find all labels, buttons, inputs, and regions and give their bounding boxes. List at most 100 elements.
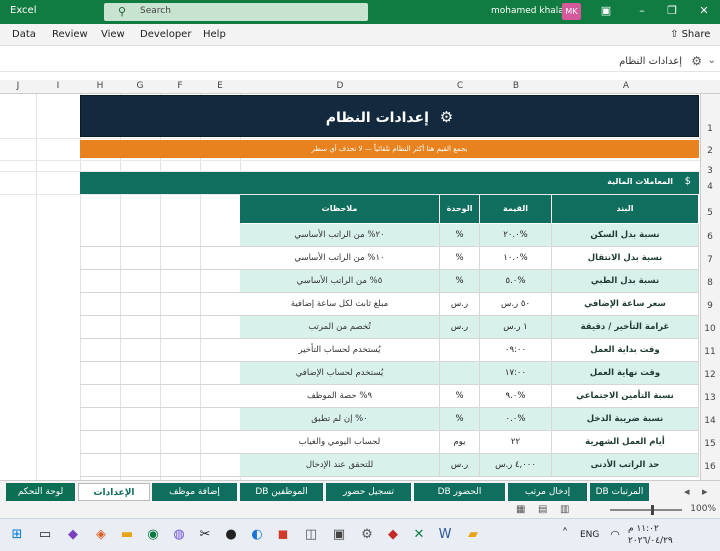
notes-icon[interactable]: ▰ [464, 526, 482, 544]
cell-notes[interactable]: ١٠% من الراتب الأساسي [240, 247, 440, 270]
cell-item[interactable]: أيام العمل الشهرية [552, 431, 699, 454]
col-c[interactable]: C [440, 81, 480, 91]
normal-view-icon[interactable]: ▦ [516, 504, 525, 515]
row-number[interactable]: 10 [700, 324, 720, 334]
row-number[interactable]: 4 [700, 182, 720, 192]
windows-start-icon[interactable]: ⊞ [8, 526, 26, 544]
cell-unit[interactable]: % [440, 408, 480, 431]
cell-unit[interactable]: ر.س [440, 293, 480, 316]
cell-unit[interactable] [440, 362, 480, 385]
col-f[interactable]: F [160, 81, 200, 91]
row-number[interactable]: 15 [700, 439, 720, 449]
terminal-icon[interactable]: ▣ [330, 526, 348, 544]
github-icon[interactable]: ● [222, 526, 240, 544]
cell-unit[interactable]: ر.س [440, 454, 480, 477]
cell-item[interactable]: نسبة بدل الطبي [552, 270, 699, 293]
tab-employees-db[interactable]: الموظفين DB [240, 483, 324, 501]
tab-payroll-db[interactable]: المرتبات DB [590, 483, 650, 501]
menu-item-view[interactable]: View [101, 29, 125, 40]
close-icon[interactable]: ✕ [696, 4, 712, 20]
cell-item[interactable]: غرامة التأخير / دقيقة [552, 316, 699, 339]
page-layout-icon[interactable]: ▤ [538, 504, 547, 515]
tab-salary-entry[interactable]: إدخال مرتب [508, 483, 588, 501]
zoom-slider[interactable] [610, 509, 682, 511]
cell-value[interactable]: %٢٠.٠ [480, 224, 552, 247]
cell-value[interactable]: ٢٢ [480, 431, 552, 454]
cell-value[interactable]: ٠٩:٠٠ [480, 339, 552, 362]
row-number[interactable]: 9 [700, 301, 720, 311]
row-number[interactable]: 12 [700, 370, 720, 380]
zoom-level[interactable]: 100% [690, 504, 716, 514]
scroll-tabs-right-icon[interactable]: ▸ [702, 485, 708, 498]
tab-record-attendance[interactable]: تسجيل حضور [326, 483, 412, 501]
cell-unit[interactable]: % [440, 385, 480, 408]
row-number[interactable]: 13 [700, 393, 720, 403]
cell-item[interactable]: نسبة التأمين الاجتماعي [552, 385, 699, 408]
cell-unit[interactable]: % [440, 270, 480, 293]
scroll-tabs-left-icon[interactable]: ◂ [684, 485, 690, 498]
row-number[interactable]: 6 [700, 232, 720, 242]
tab-attendance-db[interactable]: الحضور DB [414, 483, 506, 501]
folder-icon[interactable]: ▬ [118, 526, 136, 544]
excel-icon[interactable]: ✕ [410, 526, 428, 544]
office-icon[interactable]: ◼ [274, 526, 292, 544]
settings-app-icon[interactable]: ⚙ [358, 526, 376, 544]
worksheet-grid[interactable]: ⚙ إعدادات النظام يجمع القيم هنا أكثر الن… [0, 94, 720, 480]
cell-item[interactable]: وقت نهاية العمل [552, 362, 699, 385]
cell-notes[interactable]: ٠% إن لم تطبق [240, 408, 440, 431]
tab-dashboard[interactable]: لوحة التحكم [6, 483, 76, 501]
col-b[interactable]: B [480, 81, 552, 91]
cell-item[interactable]: نسبة بدل السكن [552, 224, 699, 247]
minimize-icon[interactable]: – [634, 4, 650, 20]
cell-notes[interactable]: للتحقق عند الإدخال [240, 454, 440, 477]
formula-value[interactable]: إعدادات النظام [619, 56, 682, 67]
cell-value[interactable]: ١٧:٠٠ [480, 362, 552, 385]
word-icon[interactable]: W [436, 526, 454, 544]
row-number[interactable]: 8 [700, 278, 720, 288]
cell-unit[interactable]: % [440, 247, 480, 270]
avatar[interactable]: MK [562, 3, 581, 20]
cell-notes[interactable]: ٥% من الراتب الأساسي [240, 270, 440, 293]
ribbon-display-icon[interactable]: ▣ [598, 4, 614, 20]
cell-value[interactable]: ١ ر.س [480, 316, 552, 339]
maximize-icon[interactable]: ❐ [664, 4, 680, 20]
tab-settings[interactable]: الإعدادات [78, 483, 150, 501]
cell-item[interactable]: وقت بداية العمل [552, 339, 699, 362]
cell-value[interactable]: %١٠.٠ [480, 247, 552, 270]
cell-unit[interactable]: يوم [440, 431, 480, 454]
col-g[interactable]: G [120, 81, 160, 91]
search-box[interactable]: ⚲ Search [104, 3, 368, 21]
row-number[interactable]: 2 [700, 146, 720, 156]
cell-notes[interactable]: ٢٠% من الراتب الأساسي [240, 224, 440, 247]
menu-item-review[interactable]: Review [52, 29, 88, 40]
row-number[interactable]: 7 [700, 255, 720, 265]
page-break-icon[interactable]: ▥ [560, 504, 569, 515]
col-e[interactable]: E [200, 81, 240, 91]
chrome-icon[interactable]: ◉ [144, 526, 162, 544]
cell-notes[interactable]: ٩% حصة الموظف [240, 385, 440, 408]
zoom-slider-knob[interactable] [651, 505, 654, 515]
menu-item-data[interactable]: Data [12, 29, 36, 40]
col-i[interactable]: I [36, 81, 80, 91]
cell-value[interactable]: ٤,٠٠٠ ر.س [480, 454, 552, 477]
col-h[interactable]: H [80, 81, 120, 91]
row-number[interactable]: 14 [700, 416, 720, 426]
row-number[interactable]: 11 [700, 347, 720, 357]
menu-item-help[interactable]: Help [203, 29, 226, 40]
share-button[interactable]: ⇧ Share [670, 29, 710, 40]
app-icon[interactable]: ◍ [170, 526, 188, 544]
col-d[interactable]: D [240, 81, 440, 91]
capcut-icon[interactable]: ✂ [196, 526, 214, 544]
col-a[interactable]: A [552, 81, 700, 91]
visual-studio-icon[interactable]: ◆ [64, 526, 82, 544]
cell-notes[interactable]: مبلغ ثابت لكل ساعة إضافية [240, 293, 440, 316]
row-number[interactable]: 5 [700, 208, 720, 218]
cell-item[interactable]: حد الراتب الأدنى [552, 454, 699, 477]
edge-icon[interactable]: ◐ [248, 526, 266, 544]
cell-value[interactable]: %٩.٠ [480, 385, 552, 408]
input-language[interactable]: ENG [580, 530, 599, 540]
col-j[interactable]: J [0, 81, 36, 91]
database-icon[interactable]: ◫ [302, 526, 320, 544]
cell-notes[interactable]: تُخصم من المرتب [240, 316, 440, 339]
chevron-down-icon[interactable]: ⌄ [708, 55, 716, 66]
